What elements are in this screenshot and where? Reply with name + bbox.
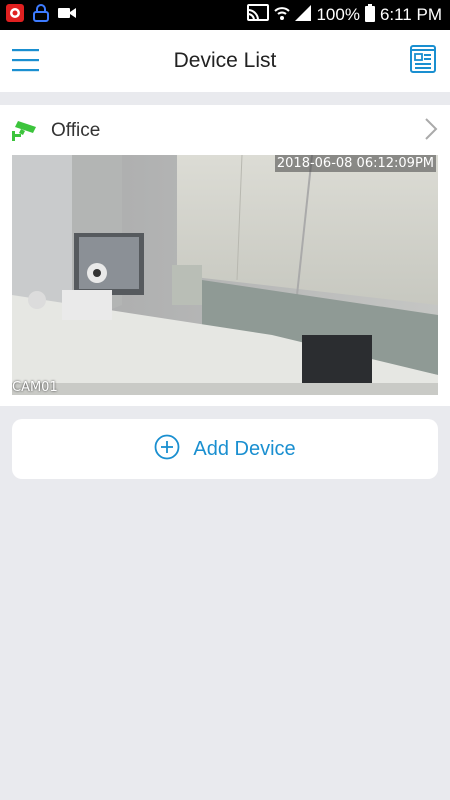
app-notification-icon bbox=[6, 3, 24, 27]
add-device-button[interactable]: Add Device bbox=[12, 419, 438, 479]
vpn-lock-icon bbox=[32, 3, 50, 27]
snapshot-timestamp: 2018-06-08 06:12:09PM bbox=[274, 155, 436, 172]
battery-icon bbox=[364, 3, 375, 27]
cast-icon bbox=[247, 3, 270, 27]
battery-percent: 100% bbox=[316, 5, 360, 24]
signal-icon bbox=[295, 4, 312, 26]
chevron-right-icon[interactable] bbox=[424, 117, 438, 146]
camera-label: CAM01 bbox=[12, 380, 58, 395]
wifi-icon bbox=[274, 5, 291, 26]
device-card-header[interactable]: Office bbox=[0, 105, 450, 155]
clock: 6:11 PM bbox=[379, 5, 442, 24]
app-header: Device List bbox=[0, 30, 450, 92]
cctv-camera-icon bbox=[12, 119, 38, 146]
add-device-label: Add Device bbox=[193, 437, 296, 460]
camera-snapshot-image bbox=[12, 155, 438, 395]
camera-preview[interactable]: 2018-06-08 06:12:09PM CAM01 bbox=[12, 155, 438, 395]
status-bar: 100% 6:11 PM bbox=[0, 0, 450, 30]
layout-view-icon[interactable] bbox=[410, 45, 438, 75]
plus-circle-icon bbox=[154, 434, 180, 465]
menu-icon[interactable] bbox=[12, 48, 40, 76]
video-camera-icon bbox=[58, 6, 76, 25]
device-card[interactable]: Office 2018-06-08 06:12:09PM CAM01 bbox=[0, 105, 450, 406]
page-title: Device List bbox=[173, 49, 277, 72]
device-name: Office bbox=[51, 120, 101, 141]
